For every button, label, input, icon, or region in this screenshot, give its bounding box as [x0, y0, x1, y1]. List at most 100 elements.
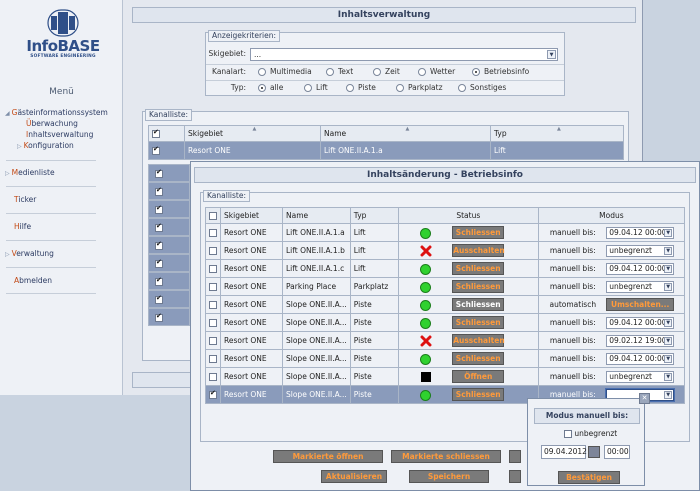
table-row[interactable]: Resort ONE Lift ONE.II.A.1.a Lift Schliess… [205, 223, 686, 242]
row-checkbox[interactable] [209, 247, 217, 255]
nav-abmelden[interactable]: Abmelden [14, 276, 52, 285]
row-checkbox[interactable] [155, 222, 163, 232]
modus-select[interactable]: unbegrenzt ▼ [606, 370, 675, 383]
row-checkbox[interactable] [155, 186, 163, 196]
modus-select[interactable]: 09.02.12 19:00 ▼ [606, 334, 675, 347]
table-row[interactable]: Resort ONE Lift ONE.II.A.1.c Lift Schliess… [205, 259, 686, 278]
row-checkbox[interactable] [209, 355, 217, 363]
column-header-typ[interactable]: Typ ▲ [490, 125, 624, 142]
row-checkbox[interactable] [209, 373, 217, 381]
aktualisieren-button[interactable]: Aktualisieren [321, 470, 387, 483]
radio-multimedia[interactable] [258, 68, 266, 76]
row-checkbox[interactable] [155, 240, 163, 250]
column-header-name[interactable]: Name ▲ [320, 125, 491, 142]
column-header-skigebiet[interactable]: Skigebiet ▲ [184, 125, 321, 142]
row-checkbox[interactable] [155, 294, 163, 304]
speichern-button[interactable]: Speichern [409, 470, 489, 483]
status-action-button[interactable]: Öffnen [452, 370, 505, 383]
table-row[interactable] [148, 200, 190, 218]
status-action-button[interactable]: Schliessen [452, 226, 505, 239]
table-row[interactable] [148, 236, 190, 254]
unbegrenzt-checkbox[interactable] [564, 430, 572, 438]
status-action-button[interactable]: Ausschalten [452, 334, 505, 347]
table-row[interactable]: Resort ONESlope ONE.II.A...Piste Schlies… [205, 295, 686, 314]
row-checkbox[interactable] [155, 204, 163, 214]
radio-piste[interactable] [346, 84, 354, 92]
nav-konfiguration[interactable]: ▷ Konfiguration [17, 141, 74, 150]
radio-zeit[interactable] [373, 68, 381, 76]
unbegrenzt-option[interactable]: unbegrenzt [564, 429, 617, 439]
table-row[interactable] [148, 164, 190, 182]
bestaetigen-button[interactable]: Bestätigen [558, 471, 620, 484]
select-all-checkbox[interactable] [209, 212, 217, 220]
status-action-button[interactable]: Schliessen [452, 298, 505, 311]
modus-select[interactable]: unbegrenzt ▼ [606, 280, 675, 293]
radio-betriebsinfo[interactable] [472, 68, 480, 76]
nav-verwaltung[interactable]: ▷ Verwaltung [5, 249, 54, 258]
row-checkbox[interactable] [209, 337, 217, 345]
hidden-button-edge[interactable] [509, 450, 521, 463]
status-action-button[interactable]: Schliessen [452, 388, 505, 401]
table-row[interactable] [148, 272, 190, 290]
row-checkbox[interactable] [155, 276, 163, 286]
modus-select[interactable]: 09.04.12 00:00 ▼ [606, 226, 675, 239]
row-checkbox[interactable] [152, 145, 160, 155]
table-row[interactable]: Resort ONESlope ONE.II.A...Piste Schlies… [205, 349, 686, 368]
markierte-schliessen-button[interactable]: Markierte schliessen [391, 450, 501, 463]
status-action-button[interactable]: Schliessen [452, 352, 505, 365]
markierte-oeffnen-button[interactable]: Markierte öffnen [273, 450, 383, 463]
status-action-button[interactable]: Schliessen [452, 262, 505, 275]
column-header-skigebiet[interactable]: Skigebiet [220, 207, 283, 224]
nav-ticker[interactable]: Ticker [14, 195, 36, 204]
nav-ueberwachung[interactable]: Überwachung [26, 119, 78, 128]
row-checkbox[interactable] [209, 265, 217, 273]
radio-parkplatz[interactable] [396, 84, 404, 92]
status-action-button[interactable]: Ausschalten [452, 244, 505, 257]
row-checkbox[interactable] [209, 301, 217, 309]
radio-alle[interactable] [258, 84, 266, 92]
radio-text[interactable] [326, 68, 334, 76]
table-row[interactable]: Resort ONE Slope ONE.II.A... Piste Ausscha… [205, 331, 686, 350]
table-row[interactable]: Resort ONE Parking Place Parkplatz Schlies… [205, 277, 686, 296]
select-all-checkbox[interactable] [152, 128, 160, 138]
row-checkbox[interactable] [155, 312, 163, 322]
radio-sonstiges[interactable] [458, 84, 466, 92]
calendar-icon[interactable] [588, 446, 600, 458]
status-action-button[interactable]: Schliessen [452, 316, 505, 329]
status-closed-icon [420, 245, 432, 257]
table-row[interactable]: Resort ONE Lift ONE.II.A.1.a Lift [148, 141, 624, 160]
skigebiet-select[interactable]: ... ▼ [250, 48, 558, 61]
radio-wetter[interactable] [418, 68, 426, 76]
nav-gaesteinformationssystem[interactable]: ◢ Gästeinformationssystem [5, 108, 108, 117]
modus-select[interactable]: 09.04.12 00:00 ▼ [606, 262, 675, 275]
table-row[interactable] [148, 290, 190, 308]
table-row[interactable]: Resort ONESlope ONE.II.A...Piste Schlies… [205, 313, 686, 332]
row-checkbox[interactable] [209, 283, 217, 291]
status-action-button[interactable]: Schliessen [452, 280, 505, 293]
nav-inhaltsverwaltung[interactable]: Inhaltsverwaltung [26, 130, 93, 139]
close-icon[interactable]: ✕ [639, 393, 650, 404]
hidden-button-edge[interactable] [509, 470, 521, 483]
table-row[interactable] [148, 218, 190, 236]
column-header-name[interactable]: Name [282, 207, 351, 224]
date-input[interactable]: 09.04.2012 [541, 445, 587, 459]
modus-select[interactable]: unbegrenzt ▼ [606, 244, 675, 257]
table-row[interactable] [148, 254, 190, 272]
column-header-typ[interactable]: Typ [349, 207, 399, 224]
nav-hilfe[interactable]: Hilfe [14, 222, 31, 231]
table-row[interactable]: Resort ONE Slope ONE.II.A... Piste Öffnen m… [205, 367, 686, 386]
row-checkbox[interactable] [209, 319, 217, 327]
table-row[interactable]: Resort ONE Lift ONE.II.A.1.b Lift Ausschal… [205, 241, 686, 260]
modus-select[interactable]: 09.04.12 00:00 ▼ [606, 352, 675, 365]
time-input[interactable]: 00:00 [604, 445, 630, 459]
nav-medienliste[interactable]: ▷ Medienliste [5, 168, 55, 177]
row-checkbox[interactable] [209, 229, 217, 237]
row-checkbox[interactable] [155, 258, 163, 268]
row-checkbox[interactable] [155, 168, 163, 178]
radio-lift[interactable] [304, 84, 312, 92]
modus-select[interactable]: 09.04.12 00:00 ▼ [606, 316, 675, 329]
row-checkbox[interactable] [209, 389, 217, 399]
table-row[interactable] [148, 182, 190, 200]
umschalten-button[interactable]: Umschalten... [606, 298, 675, 311]
table-row[interactable] [148, 308, 190, 326]
